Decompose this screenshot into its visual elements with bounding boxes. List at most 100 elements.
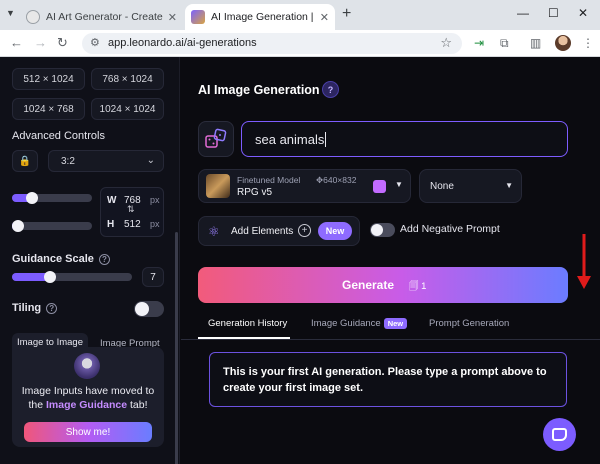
advanced-controls-label: Advanced Controls — [12, 130, 105, 142]
info-icon[interactable]: ? — [46, 302, 58, 314]
guidance-slider[interactable] — [12, 271, 132, 283]
forward-icon[interactable]: → — [34, 35, 47, 50]
model-thumbnail — [206, 174, 230, 198]
support-chat-button[interactable] — [543, 418, 576, 451]
new-tab-button[interactable]: + — [342, 5, 351, 23]
url-bar[interactable]: ⚙ app.leonardo.ai/ai-generations ☆ — [82, 33, 462, 54]
tab-prompt-generation[interactable]: Prompt Generation — [429, 318, 509, 329]
migrate-text-after: tab! — [130, 399, 148, 411]
guidance-scale-text: Guidance Scale — [12, 253, 94, 265]
height-value[interactable]: 512 — [124, 219, 141, 230]
new-badge: New — [318, 222, 352, 240]
model-size: ✥640×832 — [316, 175, 357, 185]
text-caret — [325, 131, 327, 147]
browser-tab-art-generator[interactable]: AI Art Generator - Create Art, Im ✕ — [20, 4, 183, 30]
minimize-icon[interactable]: — — [517, 6, 529, 20]
negative-prompt-toggle[interactable] — [370, 223, 395, 237]
generate-button[interactable]: Generate 🗐 1 — [198, 267, 568, 303]
add-elements-button[interactable]: ⚛ Add Elements + New — [198, 216, 360, 246]
sidebar-scrollbar[interactable] — [175, 232, 178, 464]
active-tab-indicator — [198, 337, 290, 339]
reload-icon[interactable]: ↻ — [57, 35, 68, 51]
prompt-input[interactable]: sea animals — [241, 121, 568, 157]
guidance-scale-label: Guidance Scale? — [12, 253, 110, 265]
settings-sidebar: 512 × 1024 768 × 1024 1024 × 768 1024 × … — [0, 57, 180, 464]
migrate-highlight: Image Guidance — [45, 399, 128, 411]
back-icon[interactable]: ← — [10, 35, 23, 50]
model-selector[interactable]: Finetuned Model ✥640×832 RPG v5 ▼ — [198, 169, 411, 203]
style-select[interactable]: None ▼ — [419, 169, 522, 203]
generate-label: Generate — [342, 278, 395, 292]
tiling-label: Tiling? — [12, 302, 58, 314]
add-elements-label: Add Elements — [231, 226, 294, 237]
address-bar-row: ← → ↻ ⚙ app.leonardo.ai/ai-generations ☆… — [0, 30, 600, 57]
new-badge: New — [383, 318, 408, 329]
tiling-text: Tiling — [12, 302, 42, 314]
tab-generation-history[interactable]: Generation History — [208, 318, 287, 329]
height-unit: px — [150, 219, 160, 229]
height-label: H — [107, 219, 115, 230]
swap-icon[interactable]: ⇅ — [127, 204, 135, 215]
extension-icon[interactable]: ⇥ — [474, 36, 484, 50]
lock-icon: 🔒 — [18, 155, 32, 167]
browser-tab-leonardo[interactable]: AI Image Generation | Leonardo ✕ — [185, 4, 335, 30]
history-tabs: Generation History Image Guidance New Pro… — [198, 311, 568, 339]
screen: ▼ AI Art Generator - Create Art, Im ✕ AI… — [0, 0, 600, 464]
dimension-option[interactable]: 512 × 1024 — [12, 68, 85, 90]
chevron-down-icon: ⌄ — [146, 155, 155, 166]
close-window-icon[interactable]: ✕ — [578, 6, 588, 20]
token-cost: 🗐 1 — [409, 279, 426, 295]
migrate-message: Image Inputs have moved to the Image Gui… — [16, 384, 160, 412]
guidance-value-input[interactable]: 7 — [142, 267, 164, 287]
tiling-toggle-knob — [135, 302, 149, 316]
model-size-value: 640×832 — [323, 175, 357, 185]
browser-tab-bar: ▼ AI Art Generator - Create Art, Im ✕ AI… — [0, 0, 600, 30]
tabs-divider — [181, 339, 600, 340]
show-me-button[interactable]: Show me! — [24, 422, 152, 442]
model-name: RPG v5 — [237, 187, 273, 198]
dimension-option[interactable]: 1024 × 1024 — [91, 98, 164, 120]
height-slider[interactable] — [12, 220, 92, 232]
random-prompt-button[interactable] — [198, 121, 234, 157]
tiling-toggle[interactable] — [134, 301, 164, 317]
dimension-option[interactable]: 768 × 1024 — [91, 68, 164, 90]
image-inputs-moved-card: Image Inputs have moved to the Image Gui… — [12, 347, 164, 447]
tab-image-guidance[interactable]: Image Guidance New — [311, 318, 408, 329]
width-slider[interactable] — [12, 192, 92, 204]
main-panel: AI Image Generation ? sea animals Finetu… — [181, 57, 600, 464]
site-settings-icon[interactable]: ⚙ — [90, 36, 100, 49]
tab-search-chevron-icon[interactable]: ▼ — [6, 8, 15, 18]
star-icon[interactable]: ☆ — [440, 35, 452, 51]
plus-icon: + — [298, 224, 311, 237]
negative-prompt-label: Add Negative Prompt — [400, 223, 500, 235]
help-icon[interactable]: ? — [322, 81, 339, 98]
aspect-ratio-value: 3:2 — [61, 155, 75, 167]
token-icon: 🗐 — [409, 281, 419, 292]
url-text[interactable]: app.leonardo.ai/ai-generations — [108, 37, 257, 49]
kebab-icon[interactable]: ⋮ — [582, 36, 594, 50]
first-generation-message: This is your first AI generation. Please… — [209, 352, 567, 407]
sidebar-icon[interactable]: ▥ — [530, 36, 541, 50]
tab-title: AI Art Generator - Create Art, Im — [46, 11, 164, 23]
puzzle-icon[interactable]: ⧉ — [500, 36, 509, 51]
width-slider-handle[interactable] — [26, 192, 38, 204]
tab-close-icon[interactable]: ✕ — [320, 11, 329, 24]
dimension-option[interactable]: 1024 × 768 — [12, 98, 85, 120]
aspect-ratio-select[interactable]: 3:2 ⌄ — [48, 150, 164, 172]
chevron-down-icon: ▼ — [395, 180, 403, 189]
profile-avatar[interactable] — [555, 35, 571, 51]
negative-prompt-toggle-knob — [371, 224, 383, 236]
guidance-slider-handle[interactable] — [44, 271, 56, 283]
model-subtitle: Finetuned Model — [237, 175, 301, 185]
model-badge-icon — [373, 180, 386, 193]
prompt-value: sea animals — [255, 131, 325, 147]
height-slider-handle[interactable] — [12, 220, 24, 232]
tab-favicon — [191, 10, 205, 24]
chevron-down-icon: ▼ — [505, 181, 513, 190]
lock-ratio-button[interactable]: 🔒 — [12, 150, 38, 172]
tab-close-icon[interactable]: ✕ — [168, 11, 177, 24]
maximize-icon[interactable]: ☐ — [548, 6, 559, 20]
height-field[interactable]: H 512 px — [101, 214, 165, 236]
mascot-avatar — [74, 353, 100, 379]
info-icon[interactable]: ? — [98, 253, 110, 265]
